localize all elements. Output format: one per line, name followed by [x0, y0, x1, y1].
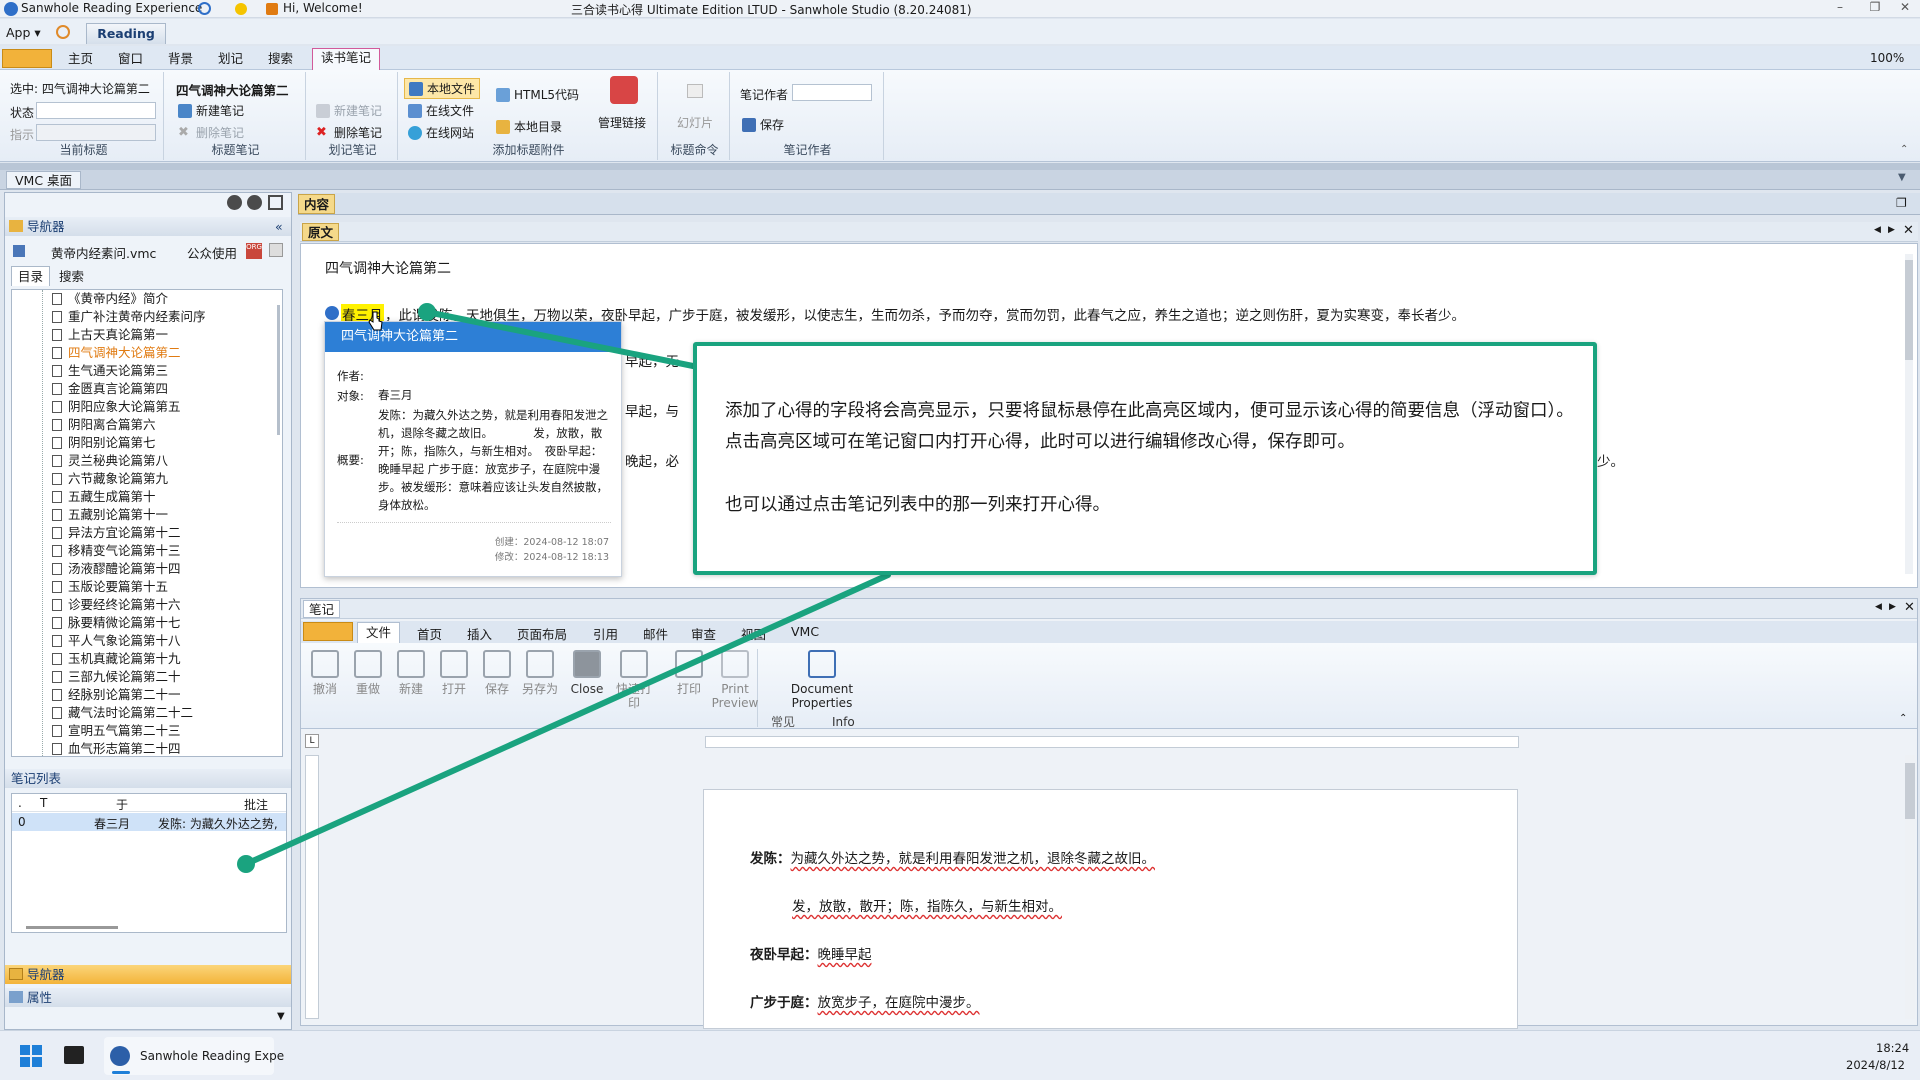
explanation-callout: 添加了心得的字段将会高亮显示，只要将鼠标悬停在此高亮区域内，便可显示该心得的简要… [693, 342, 1597, 575]
callout-paragraph-1: 添加了心得的字段将会高亮显示，只要将鼠标悬停在此高亮区域内，便可显示该心得的简要… [725, 401, 1574, 452]
taskbar-app-button[interactable]: Sanwhole Reading Expe [104, 1037, 284, 1075]
clock-date: 2024/8/12 [1846, 1058, 1905, 1072]
taskbar-app-name: Sanwhole Reading Expe [140, 1049, 285, 1063]
terminal-icon[interactable] [64, 1046, 84, 1064]
active-indicator [112, 1071, 130, 1074]
clock-time: 18:24 [1876, 1041, 1910, 1055]
app-logo-icon [110, 1046, 130, 1066]
callout-paragraph-2: 也可以通过点击笔记列表中的那一列来打开心得。 [725, 495, 1110, 515]
start-icon[interactable] [20, 1045, 42, 1067]
taskbar: Sanwhole Reading Expe 18:24 2024/8/12 [0, 1030, 1920, 1080]
